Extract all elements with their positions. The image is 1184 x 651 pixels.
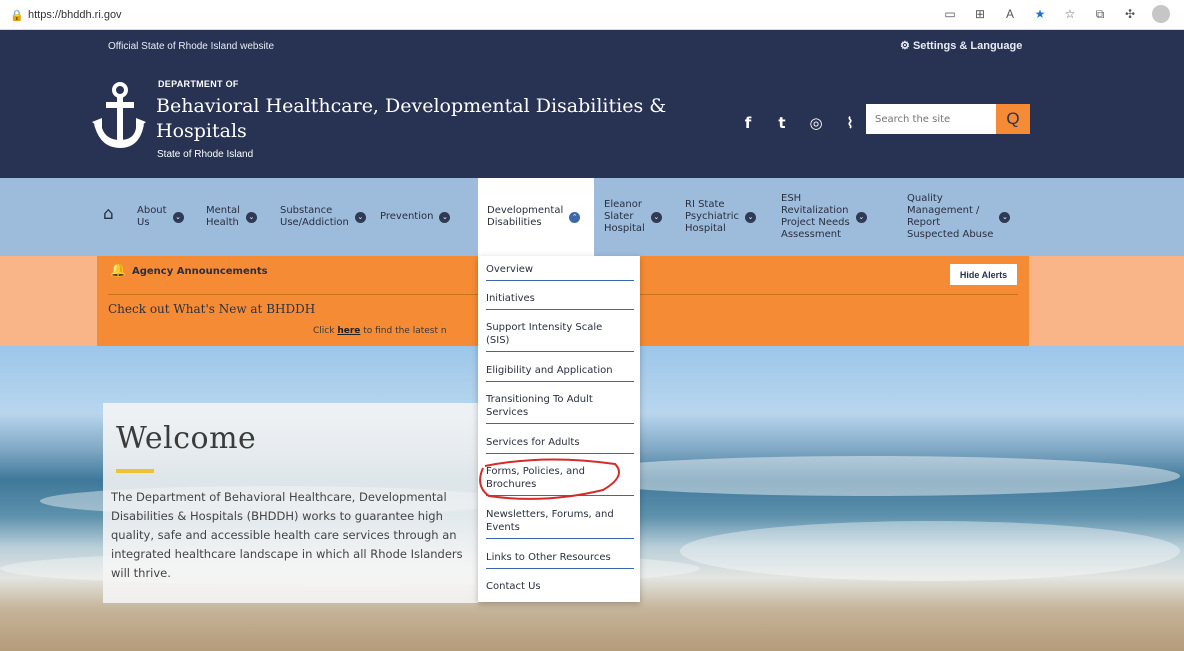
menu-item-transitioning[interactable]: Transitioning To Adult Services (486, 393, 634, 424)
menu-item-eligibility[interactable]: Eligibility and Application (486, 364, 634, 382)
menu-item-overview[interactable]: Overview (486, 263, 634, 281)
chevron-down-icon: ⌄ (245, 211, 257, 223)
chevron-down-icon: ⌄ (855, 211, 867, 223)
search-icon: Q (1006, 109, 1020, 128)
nav-substance-use[interactable]: Substance Use/Addiction ⌄ (280, 178, 366, 256)
favorite-star-icon[interactable]: ★ (1032, 7, 1048, 21)
search-button[interactable]: Q (996, 104, 1030, 134)
profile-icon[interactable] (1152, 5, 1170, 23)
official-site-strip: Official State of Rhode Island website ⚙… (0, 30, 1184, 62)
hide-alerts-button[interactable]: Hide Alerts (950, 264, 1017, 285)
chevron-down-icon: ⌄ (354, 211, 366, 223)
menu-item-contact[interactable]: Contact Us (486, 580, 634, 597)
settings-language-button[interactable]: ⚙ Settings & Language (900, 39, 1022, 52)
address-bar[interactable]: https://bhddh.ri.gov (28, 9, 122, 21)
developmental-disabilities-menu: Overview Initiatives Support Intensity S… (478, 256, 640, 602)
announcement-text: Click here to find the latest n (313, 326, 447, 336)
extensions-icon[interactable]: ✣ (1122, 7, 1138, 21)
collections-icon[interactable]: ⧉ (1092, 7, 1108, 22)
announcement-headline: Check out What's New at BHDDH (108, 302, 316, 316)
menu-item-services-adults[interactable]: Services for Adults (486, 436, 634, 454)
menu-item-sis[interactable]: Support Intensity Scale (SIS) (486, 321, 634, 352)
here-link[interactable]: here (337, 326, 360, 336)
rss-icon[interactable]: ⌇ (840, 113, 860, 133)
nav-quality-management[interactable]: Quality Management / Report Suspected Ab… (907, 178, 1011, 256)
alerts-band-right (1029, 256, 1184, 346)
instagram-icon[interactable]: ◎ (806, 113, 826, 133)
settings-label: Settings & Language (912, 40, 1023, 52)
chevron-down-icon: ⌄ (650, 211, 662, 223)
lock-icon: 🔒 (10, 9, 24, 22)
social-links: f t ◎ ⌇ (738, 113, 860, 133)
chevron-down-icon: ⌄ (745, 211, 757, 223)
read-aloud-icon[interactable]: A (1002, 7, 1018, 21)
facebook-icon[interactable]: f (738, 113, 758, 133)
dept-label: DEPARTMENT OF (158, 79, 239, 89)
nav-about-us[interactable]: About Us ⌄ (137, 178, 184, 256)
site-header: DEPARTMENT OF Behavioral Healthcare, Dev… (0, 62, 1184, 178)
nav-mental-health[interactable]: Mental Health ⌄ (206, 178, 257, 256)
gear-icon: ⚙ (900, 40, 910, 52)
welcome-accent-bar (116, 469, 154, 473)
chevron-down-icon: ⌄ (172, 211, 184, 223)
announcements-title: Agency Announcements (132, 266, 268, 277)
main-nav: ⌂ About Us ⌄ Mental Health ⌄ Substance Use… (0, 178, 1184, 256)
favorites-icon[interactable]: ☆ (1062, 7, 1078, 21)
menu-item-initiatives[interactable]: Initiatives (486, 292, 634, 310)
welcome-panel: Welcome The Department of Behavioral Hea… (103, 403, 478, 603)
nav-eleanor-slater[interactable]: Eleanor Slater Hospital ⌄ (604, 178, 662, 256)
nav-ri-state-psychiatric[interactable]: RI State Psychiatric Hospital ⌄ (685, 178, 757, 256)
chevron-down-icon: ⌄ (439, 211, 451, 223)
nav-esh-revitalization[interactable]: ESH Revitalization Project Needs Assessm… (781, 178, 867, 256)
tab-icon[interactable]: ▭ (942, 7, 958, 21)
anchor-logo-icon[interactable] (90, 82, 146, 154)
menu-item-links[interactable]: Links to Other Resources (486, 551, 634, 569)
twitter-icon[interactable]: t (772, 113, 792, 133)
browser-toolbar: 🔒 https://bhddh.ri.gov ▭ ⊞ A ★ ☆ ⧉ ✣ (0, 0, 1184, 30)
chevron-up-icon: ⌃ (569, 211, 581, 223)
official-site-label: Official State of Rhode Island website (108, 41, 275, 52)
welcome-body: The Department of Behavioral Healthcare,… (111, 490, 463, 580)
state-label: State of Rhode Island (157, 149, 254, 160)
alerts-band-left (0, 256, 97, 346)
grid-icon[interactable]: ⊞ (972, 7, 988, 21)
nav-developmental-disabilities[interactable]: Developmental Disabilities ⌃ (478, 178, 594, 256)
annotation-circle (479, 458, 620, 500)
search-input[interactable] (866, 104, 996, 134)
menu-item-newsletters[interactable]: Newsletters, Forums, and Events (486, 508, 634, 539)
nav-prevention[interactable]: Prevention ⌄ (380, 178, 451, 256)
dept-title[interactable]: Behavioral Healthcare, Developmental Dis… (156, 94, 716, 144)
home-icon[interactable]: ⌂ (103, 204, 114, 224)
welcome-title: Welcome (116, 421, 257, 456)
browser-actions: ▭ ⊞ A ★ ☆ ⧉ ✣ (942, 5, 1170, 23)
chevron-down-icon: ⌄ (999, 211, 1011, 223)
